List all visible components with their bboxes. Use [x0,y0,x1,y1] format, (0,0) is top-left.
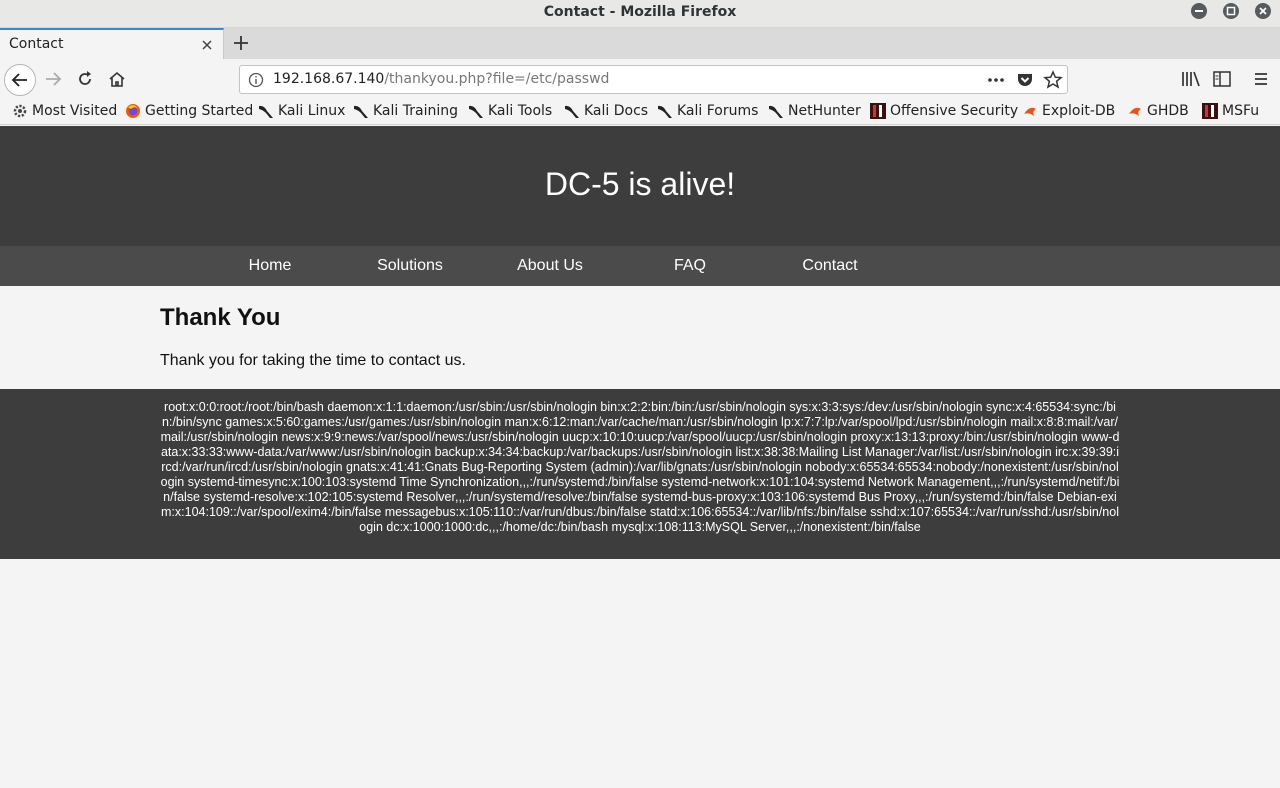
gear-icon [12,103,28,119]
window-titlebar: Contact - Mozilla Firefox [0,0,1280,28]
tab-label: Contact [9,36,64,52]
menu-button[interactable] [1246,64,1276,94]
main-content: Thank You Thank you for taking the time … [160,304,1120,370]
library-button[interactable] [1176,64,1206,94]
new-tab-button[interactable] [232,34,250,52]
site-footer: root:x:0:0:root:/root:/bin/bash daemon:x… [0,389,1280,559]
offsec-icon [870,103,886,119]
url-text[interactable]: 192.168.67.140/thankyou.php?file=/etc/pa… [273,71,609,87]
nav-contact-link[interactable]: Contact [760,257,900,275]
back-button[interactable] [4,64,36,96]
site-header: DC-5 is alive! [0,126,1280,246]
nav-about-us-link[interactable]: About Us [480,257,620,275]
nav-solutions-link[interactable]: Solutions [340,257,480,275]
nav-toolbar: 192.168.67.140/thankyou.php?file=/etc/pa… [0,59,1280,100]
bookmark-label: Kali Training [373,103,458,119]
info-icon[interactable] [248,72,264,88]
kali-dragon-icon [768,103,784,119]
bookmark-kali-training[interactable]: Kali Training [353,103,458,119]
url-bar[interactable]: 192.168.67.140/thankyou.php?file=/etc/pa… [239,65,1068,94]
url-host: 192.168.67.140 [273,71,385,87]
exploit-db-icon [1022,103,1038,119]
forward-button[interactable] [38,64,68,94]
reload-button[interactable] [70,64,100,94]
sidebar-icon [1213,71,1231,87]
page-viewport: DC-5 is alive! Home Solutions About Us F… [0,126,1280,788]
bookmark-label: GHDB [1147,103,1189,119]
bookmark-getting-started[interactable]: Getting Started [125,103,253,119]
bookmark-star-icon[interactable] [1043,70,1063,90]
library-icon [1182,71,1200,87]
sidebar-button[interactable] [1207,64,1237,94]
forward-arrow-icon [46,72,62,86]
bookmark-label: Most Visited [32,103,118,119]
footer-included-file-text: root:x:0:0:root:/root:/bin/bash daemon:x… [160,400,1120,534]
window-title: Contact - Mozilla Firefox [543,4,737,20]
exploit-db-icon [1127,103,1143,119]
maximize-button[interactable] [1223,3,1239,19]
offsec-icon [1202,103,1218,119]
kali-dragon-icon [353,103,369,119]
bookmark-label: MSFu [1222,103,1260,119]
bookmark-kali-forums[interactable]: Kali Forums [657,103,758,119]
bookmark-most-visited[interactable]: Most Visited [12,103,117,119]
page-heading: Thank You [160,304,281,331]
page-actions-icon[interactable] [986,70,1006,90]
close-window-button[interactable] [1255,3,1271,19]
home-icon [109,71,125,87]
site-nav: Home Solutions About Us FAQ Contact [0,246,1280,286]
thank-you-message: Thank you for taking the time to contact… [160,352,466,369]
nav-faq-link[interactable]: FAQ [620,257,760,275]
bookmark-exploit-db[interactable]: Exploit-DB [1022,103,1115,119]
bookmark-offensive-security[interactable]: Offensive Security [870,103,1018,119]
kali-dragon-icon [657,103,673,119]
kali-dragon-icon [564,103,580,119]
bookmark-label: Kali Linux [278,103,346,119]
reload-icon [79,71,91,85]
bookmark-label: NetHunter [788,103,861,119]
bookmark-label: Kali Forums [677,103,759,119]
bookmark-msfu[interactable]: MSFu [1202,103,1259,119]
close-tab-icon[interactable] [200,37,214,51]
nav-home-link[interactable]: Home [200,257,340,275]
bookmark-label: Kali Docs [584,103,649,119]
bookmark-kali-docs[interactable]: Kali Docs [564,103,648,119]
tab-contact[interactable]: Contact [0,28,224,59]
hamburger-icon [1255,73,1267,85]
pocket-icon[interactable] [1015,70,1035,90]
bookmark-ghdb[interactable]: GHDB [1127,103,1189,119]
bookmark-label: Exploit-DB [1042,103,1116,119]
bookmark-label: Kali Tools [488,103,553,119]
kali-dragon-icon [468,103,484,119]
bookmark-kali-tools[interactable]: Kali Tools [468,103,552,119]
bookmark-nethunter[interactable]: NetHunter [768,103,861,119]
back-arrow-icon [11,73,27,87]
kali-dragon-icon [258,103,274,119]
bookmark-label: Getting Started [145,103,254,119]
firefox-icon [125,103,141,119]
url-path: /thankyou.php?file=/etc/passwd [384,71,610,87]
bookmarks-toolbar: Most Visited Getting Started Kali Linux … [0,100,1280,125]
minimize-button[interactable] [1191,3,1207,19]
bookmark-kali-linux[interactable]: Kali Linux [258,103,345,119]
home-button[interactable] [102,64,132,94]
site-title: DC-5 is alive! [544,166,736,202]
bookmark-label: Offensive Security [890,103,1019,119]
tab-strip: Contact [0,28,1280,59]
